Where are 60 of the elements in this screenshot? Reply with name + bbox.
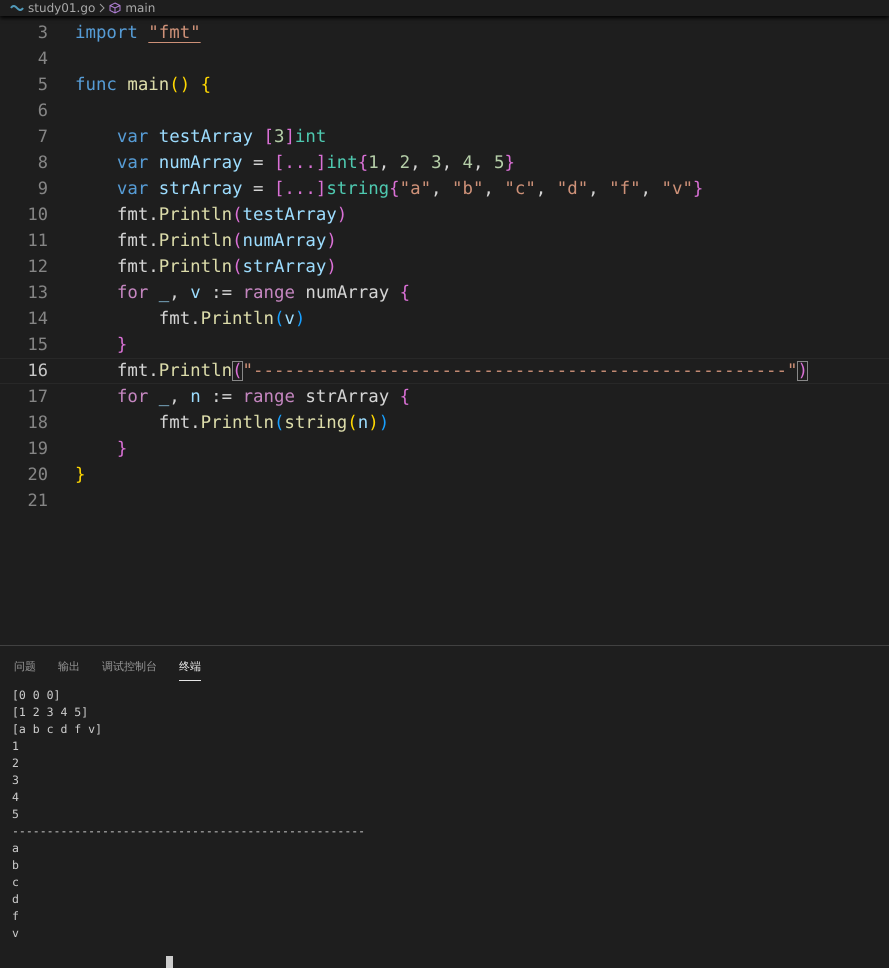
panel-tab[interactable]: 终端 [179,656,201,681]
line-number: 13 [26,282,48,303]
terminal-output-line: [a b c d f v] [12,721,102,738]
breadcrumb-item[interactable]: study01.go [28,0,96,15]
panel-tab[interactable]: 输出 [58,656,80,681]
panel-tab[interactable]: 调试控制台 [102,656,157,681]
line-number: 11 [26,230,48,251]
line-number: 12 [26,256,48,277]
line-number: 3 [36,22,48,43]
terminal-output-line: d [12,891,19,908]
line-number: 14 [26,308,48,329]
code-line: } [75,464,86,485]
line-number: 16 [26,360,48,381]
line-number: 5 [36,74,48,95]
terminal-output-line: 1 [12,738,19,755]
terminal-output-line: a [12,840,19,857]
terminal-output-line: f [12,908,19,925]
code-line: for _, n := range strArray { [116,386,410,407]
line-number: 4 [36,48,48,69]
terminal-output-line: 5 [12,806,19,823]
terminal-output-line: [0 0 0] [12,687,60,704]
terminal-output-line: 4 [12,789,19,806]
line-number: 18 [26,412,48,433]
line-number: 10 [26,204,48,225]
line-number: 19 [26,438,48,459]
line-number: 7 [36,126,48,147]
line-number: 15 [26,334,48,355]
code-line: var numArray = [...]int{1, 2, 3, 4, 5} [116,152,515,173]
terminal-output-line: b [12,857,19,874]
code-line: import "fmt" [75,22,201,43]
line-number: 20 [26,464,48,485]
terminal-output-line: --------------------------------------------------- [12,823,366,840]
code-line: fmt.Println(v) [158,308,306,329]
code-line: } [116,334,128,355]
breadcrumb-item[interactable]: main [125,0,156,15]
chevron-icon [99,2,106,13]
code-line: var testArray [3]int [116,126,326,147]
panel-tab[interactable]: 问题 [14,656,36,681]
code-line: fmt.Println(string(n)) [158,412,390,433]
code-line: var strArray = [...]string{"a", "b", "c", "d", "f", "v"} [116,178,704,199]
code-line: fmt.Println(numArray) [116,230,337,251]
terminal-output-line: 2 [12,755,19,772]
code-line: } [116,438,128,459]
line-number: 21 [26,490,48,511]
code-line: func main() { [75,74,212,95]
terminal-output-line: c [12,874,19,891]
line-number: 6 [36,100,48,121]
file-type-icon [10,4,24,12]
code-line: fmt.Println(testArray) [116,204,348,225]
code-line: for _, v := range numArray { [116,282,410,303]
line-number: 8 [36,152,48,173]
terminal-output-line: 3 [12,772,19,789]
cube-icon [109,2,122,14]
terminal-cursor [166,956,173,968]
line-number: 9 [36,178,48,199]
code-line: fmt.Println("---------------------------------------------------") [116,360,808,381]
line-number: 17 [26,386,48,407]
terminal-output-line: [1 2 3 4 5] [12,704,88,721]
terminal-output-line: v [12,925,19,942]
code-line: fmt.Println(strArray) [116,256,337,277]
